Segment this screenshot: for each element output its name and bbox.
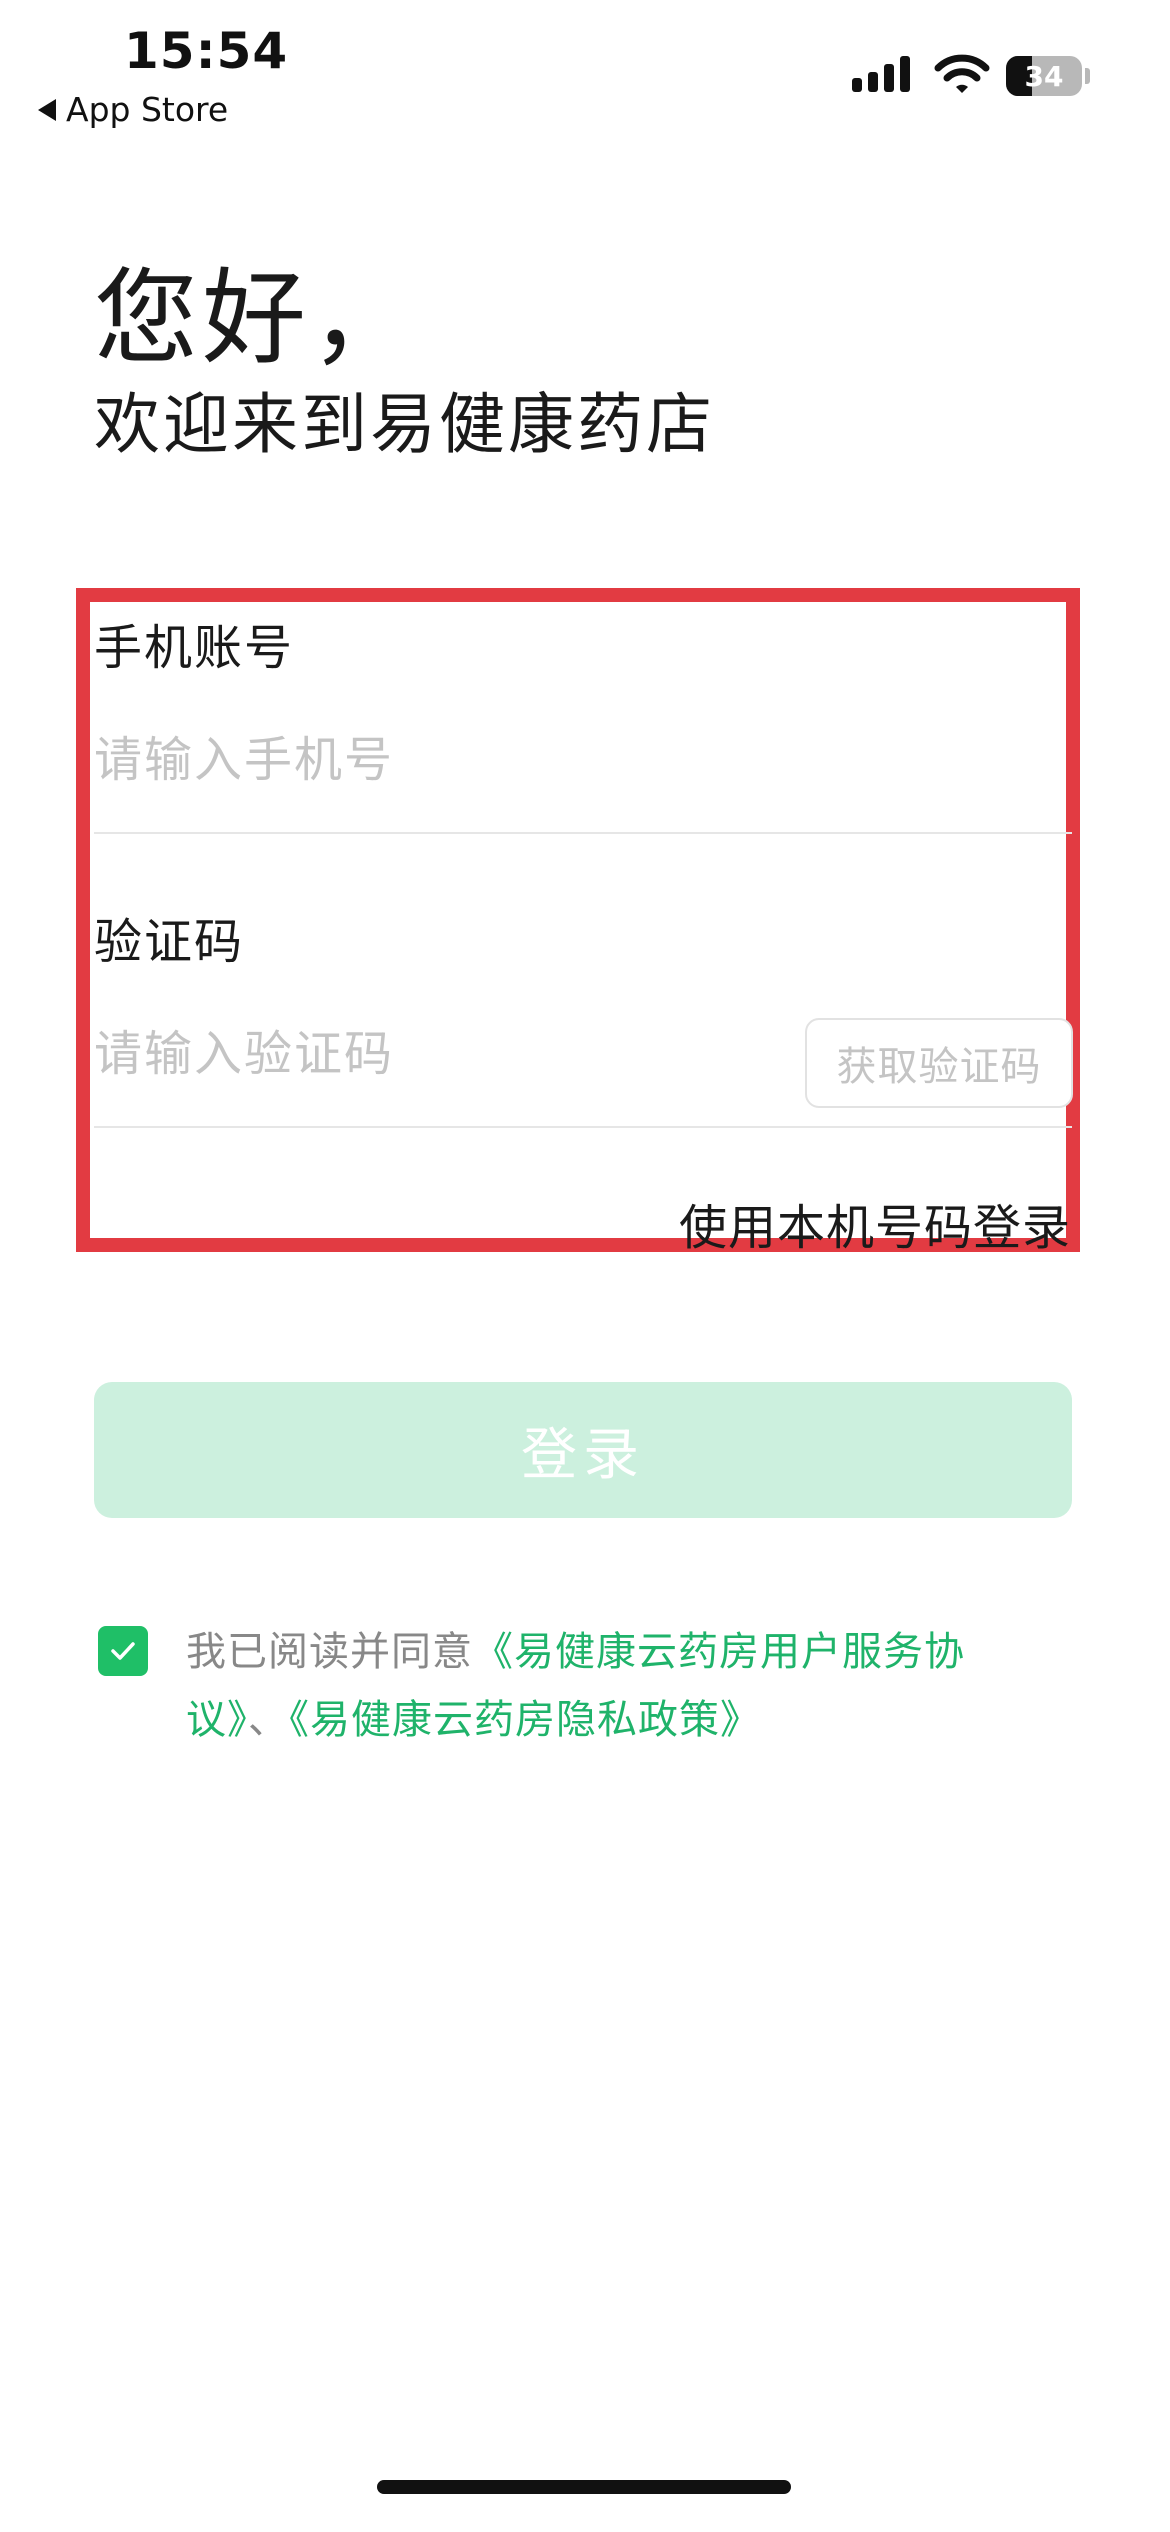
home-indicator: [377, 2480, 791, 2494]
battery-tip: [1085, 68, 1090, 84]
privacy-policy-link[interactable]: 《易健康云药房隐私政策》: [289, 1697, 761, 1743]
code-divider: [94, 1126, 1072, 1128]
back-app-label: App Store: [66, 90, 229, 129]
code-input[interactable]: [94, 1022, 774, 1086]
local-number-login-link[interactable]: 使用本机号码登录: [679, 1188, 1071, 1258]
agreement-prefix: 我已阅读并同意: [186, 1629, 473, 1675]
phone-input[interactable]: [94, 728, 1054, 792]
battery-icon: 34: [1006, 56, 1082, 96]
agreement-text: 我已阅读并同意《易健康云药房用户服务协议》、《易健康云药房隐私政策》: [186, 1618, 1006, 1754]
back-arrow-icon: [38, 98, 56, 121]
wifi-icon: [934, 54, 990, 93]
phone-label: 手机账号: [94, 620, 295, 676]
greeting-subtitle: 欢迎来到易健康药店: [94, 386, 715, 463]
status-time: 15:54: [124, 22, 289, 80]
agreement-checkbox[interactable]: [98, 1626, 148, 1676]
agreement-separator: 、: [248, 1697, 289, 1743]
phone-divider: [94, 832, 1072, 834]
code-label: 验证码: [94, 914, 245, 970]
check-icon: [111, 1642, 135, 1660]
get-code-button[interactable]: 获取验证码: [805, 1018, 1073, 1108]
login-button[interactable]: 登录: [94, 1382, 1072, 1518]
cellular-signal-icon: [852, 56, 910, 92]
back-to-app-store[interactable]: App Store: [38, 90, 228, 129]
battery-percent: 34: [1024, 59, 1064, 93]
greeting-title: 您好，: [94, 257, 419, 379]
